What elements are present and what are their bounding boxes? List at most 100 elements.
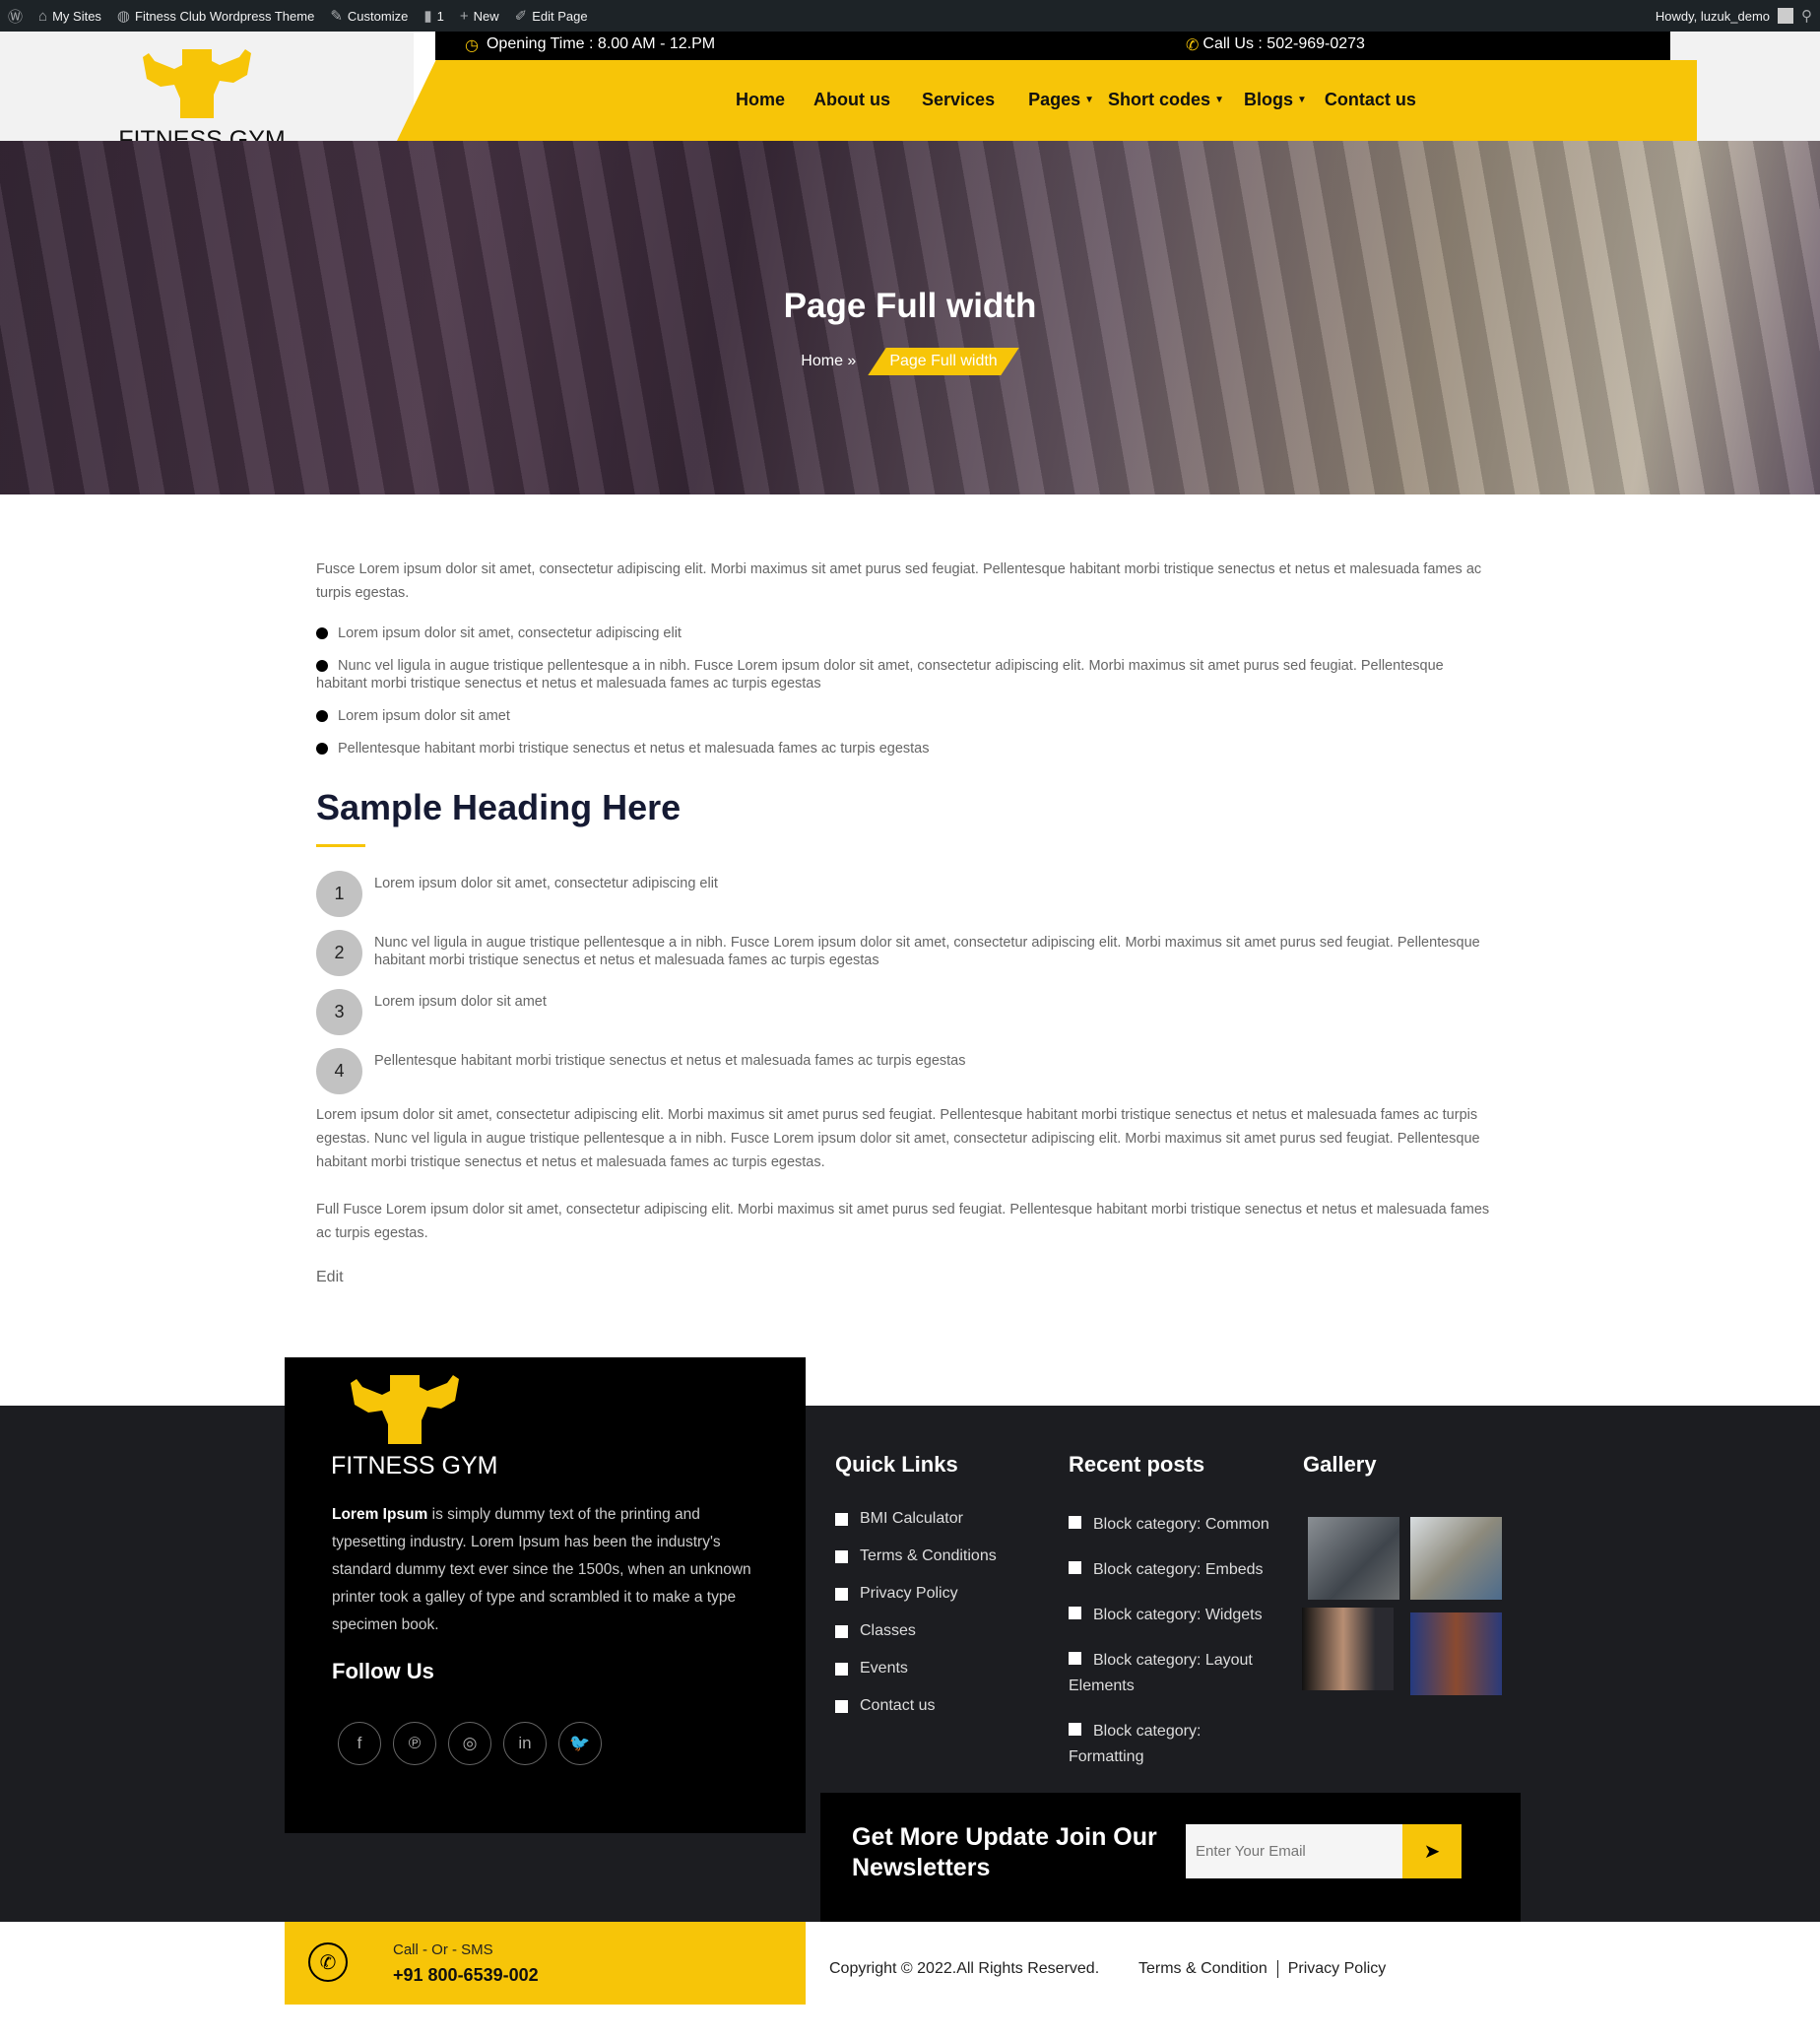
number-badge: 2 (316, 930, 362, 976)
quick-links: BMI Calculator Terms & Conditions Privac… (835, 1510, 997, 1715)
recent-post-link[interactable]: Block category: Embeds (1069, 1557, 1280, 1583)
quick-link[interactable]: Events (835, 1660, 997, 1677)
copyright: Copyright © 2022.All Rights Reserved. (829, 1960, 1100, 1977)
numbered-list: 1 Lorem ipsum dolor sit amet, consectetur… (316, 871, 1498, 1107)
quick-link[interactable]: Terms & Conditions (835, 1547, 997, 1565)
privacy-link[interactable]: Privacy Policy (1288, 1960, 1387, 1978)
footer-about-box: FITNESS GYM Lorem Ipsum is simply dummy … (285, 1357, 806, 1833)
breadcrumb-home[interactable]: Home » (801, 353, 856, 370)
breadcrumb-current: Page Full width (868, 348, 1019, 375)
quick-link[interactable]: BMI Calculator (835, 1510, 997, 1528)
numbered-item: 2 Nunc vel ligula in augue tristique pell… (316, 930, 1498, 989)
pinterest-icon[interactable]: ℗ (393, 1722, 436, 1765)
avatar[interactable] (1778, 8, 1793, 24)
call-number[interactable]: +91 800-6539-002 (393, 1965, 539, 1986)
recent-post-label: Block category: Embeds (1093, 1561, 1264, 1578)
breadcrumb-home-label: Home (801, 353, 843, 369)
caret-down-icon: ▼ (1214, 95, 1224, 105)
quick-link[interactable]: Privacy Policy (835, 1585, 997, 1603)
nav-pages[interactable]: Pages ▼ (1028, 90, 1094, 110)
square-bullet-icon (835, 1624, 848, 1638)
heading-underline (316, 844, 365, 847)
newsletter-title: Get More Update Join Our Newsletters (852, 1823, 1157, 1881)
gallery-image[interactable] (1410, 1612, 1502, 1695)
bullet-icon (316, 627, 328, 640)
number-badge: 3 (316, 989, 362, 1035)
quick-link[interactable]: Contact us (835, 1697, 997, 1715)
quick-link-label: Contact us (860, 1697, 936, 1714)
howdy-account[interactable]: Howdy, luzuk_demo (1656, 9, 1770, 24)
terms-link[interactable]: Terms & Condition (1138, 1960, 1268, 1978)
pencil-icon: ✐ (514, 8, 528, 25)
nav-short-codes-label: Short codes (1108, 90, 1211, 109)
bullet-icon (316, 743, 328, 756)
nav-short-codes[interactable]: Short codes ▼ (1108, 90, 1224, 110)
clock-icon: ◷ (465, 37, 479, 54)
wordpress-logo-icon[interactable]: Ⓦ (8, 6, 23, 27)
site-label: Fitness Club Wordpress Theme (135, 8, 315, 24)
dashboard-icon: ◍ (116, 8, 131, 25)
recent-post-label: Block category: Widgets (1093, 1607, 1263, 1623)
footer-logo-text: FITNESS GYM (331, 1452, 498, 1480)
square-bullet-icon (835, 1512, 848, 1526)
social-links: f ℗ ◎ in 🐦 (338, 1722, 602, 1765)
sites-icon: ⌂ (38, 7, 48, 25)
edit-link[interactable]: Edit (316, 1266, 1498, 1289)
call-us[interactable]: ✆ Call Us : 502-969-0273 (1186, 35, 1365, 55)
nav-about[interactable]: About us (813, 90, 890, 110)
numbered-text: Lorem ipsum dolor sit amet (374, 994, 547, 1010)
recent-post-link[interactable]: Block category: Common (1069, 1512, 1280, 1538)
hero-banner: Page Full width Home » Page Full width (0, 141, 1820, 494)
nav-contact[interactable]: Contact us (1325, 90, 1416, 110)
nav-home[interactable]: Home (736, 90, 785, 110)
opening-time: ◷ Opening Time : 8.00 AM - 12.PM (465, 35, 715, 55)
list-item: Lorem ipsum dolor sit amet, consectetur … (316, 625, 1498, 642)
body-paragraph: Lorem ipsum dolor sit amet, consectetur … (316, 1107, 1480, 1170)
new-label: New (473, 8, 499, 24)
divider (1276, 1960, 1278, 1978)
body-paragraph: Full Fusce Lorem ipsum dolor sit amet, c… (316, 1202, 1490, 1241)
list-item-text: Lorem ipsum dolor sit amet, consectetur … (338, 625, 682, 641)
page-title: Page Full width (783, 287, 1037, 325)
bullet-icon (316, 710, 328, 723)
gallery-image[interactable] (1410, 1517, 1502, 1600)
number-badge: 1 (316, 871, 362, 917)
quick-link-label: BMI Calculator (860, 1510, 963, 1527)
quick-link[interactable]: Classes (835, 1622, 997, 1640)
recent-post-link[interactable]: Block category: Layout Elements (1069, 1648, 1280, 1699)
caret-down-icon: ▼ (1084, 95, 1095, 105)
nav-services[interactable]: Services (922, 90, 995, 110)
top-info-bar: ◷ Opening Time : 8.00 AM - 12.PM ✆ Call Us… (435, 32, 1670, 60)
number-badge: 4 (316, 1048, 362, 1094)
gallery-image[interactable] (1308, 1517, 1399, 1600)
section-heading: Sample Heading Here (316, 787, 682, 827)
twitter-icon[interactable]: 🐦 (558, 1722, 602, 1765)
recent-post-link[interactable]: Block category: Formatting (1069, 1719, 1280, 1770)
phone-icon: ✆ (1186, 37, 1200, 54)
new-link[interactable]: + New (460, 8, 499, 25)
gym-logo-icon (351, 1375, 459, 1444)
square-bullet-icon (1069, 1516, 1081, 1529)
recent-post-link[interactable]: Block category: Widgets (1069, 1603, 1280, 1628)
subscribe-button[interactable]: ➤ (1402, 1824, 1462, 1878)
customize-link[interactable]: ✎ Customize (330, 7, 408, 25)
list-item: Nunc vel ligula in augue tristique pelle… (316, 657, 1498, 692)
gym-logo-icon[interactable] (143, 47, 261, 118)
my-sites-link[interactable]: ⌂ My Sites (38, 8, 101, 25)
gallery-image[interactable] (1302, 1608, 1394, 1690)
square-bullet-icon (1069, 1723, 1081, 1736)
facebook-icon[interactable]: f (338, 1722, 381, 1765)
linkedin-icon[interactable]: in (503, 1722, 547, 1765)
edit-page-link[interactable]: ✐ Edit Page (515, 7, 588, 25)
nav-blogs[interactable]: Blogs ▼ (1244, 90, 1307, 110)
comments-link[interactable]: ▮ 1 (423, 7, 444, 25)
customize-label: Customize (347, 8, 409, 24)
call-box: ✆ Call - Or - SMS +91 800-6539-002 (285, 1922, 806, 2005)
site-link[interactable]: ◍ Fitness Club Wordpress Theme (117, 7, 314, 25)
search-icon[interactable]: ⚲ (1801, 7, 1812, 25)
list-item: Pellentesque habitant morbi tristique se… (316, 740, 1498, 757)
email-input[interactable] (1186, 1824, 1402, 1878)
instagram-icon[interactable]: ◎ (448, 1722, 491, 1765)
recent-post-label: Block category: Common (1093, 1516, 1269, 1533)
numbered-text: Lorem ipsum dolor sit amet, consectetur … (374, 876, 718, 891)
